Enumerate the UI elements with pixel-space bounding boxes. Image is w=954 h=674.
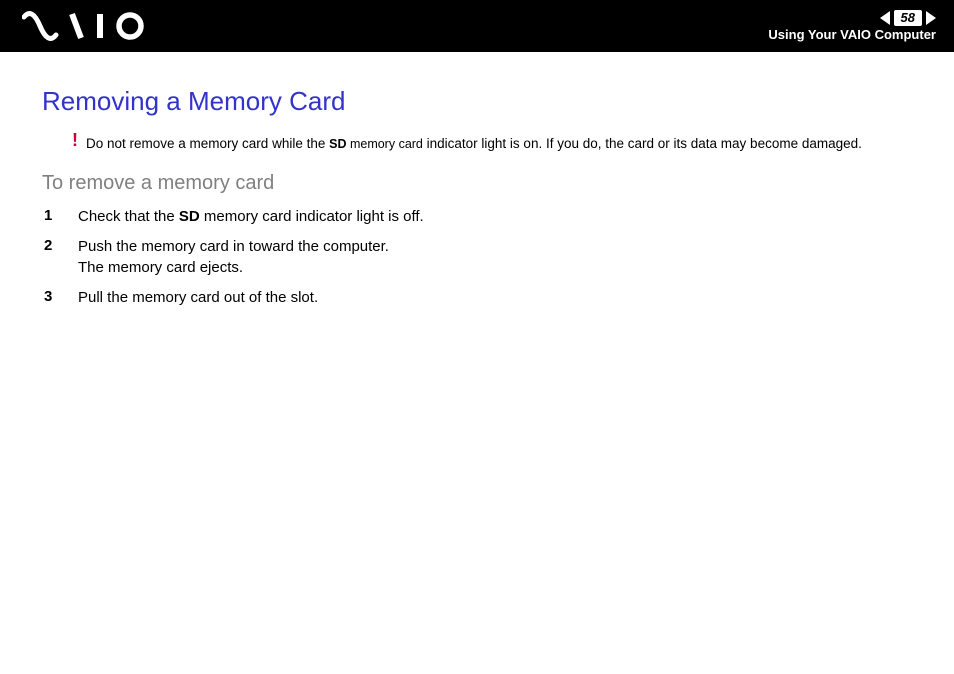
step-text-bold: SD [179,208,200,225]
page-content: Removing a Memory Card ! Do not remove a… [0,52,954,308]
step-body: Push the memory card in toward the compu… [78,237,389,278]
warning-text-bold: SD [329,137,346,151]
next-page-icon[interactable] [926,11,936,25]
warning-text: Do not remove a memory card while the SD… [86,135,862,153]
warning-icon: ! [72,130,86,151]
step-body: Check that the SD memory card indicator … [78,207,424,227]
step-number: 3 [42,288,78,305]
warning-text-post: indicator light is on. If you do, the ca… [423,136,862,151]
step-number: 2 [42,237,78,254]
step-body: Pull the memory card out of the slot. [78,288,318,308]
page-number: 58 [901,10,915,25]
step-number: 1 [42,207,78,224]
step-text-pre: Check that the [78,208,179,225]
warning-row: ! Do not remove a memory card while the … [72,135,934,156]
vaio-logo [22,11,162,41]
step-text: Pull the memory card out of the slot. [78,289,318,306]
warning-text-small-after: memory card [346,137,422,151]
header-bar: 58 Using Your VAIO Computer [0,0,954,52]
header-section-title: Using Your VAIO Computer [768,28,936,42]
step-text-line1: Push the memory card in toward the compu… [78,238,389,255]
list-item: 1 Check that the SD memory card indicato… [42,207,934,227]
prev-page-icon[interactable] [880,11,890,25]
page-nav: 58 [880,10,936,26]
page-number-box: 58 [894,10,922,26]
steps-list: 1 Check that the SD memory card indicato… [42,207,934,308]
list-item: 3 Pull the memory card out of the slot. [42,288,934,308]
header-right: 58 Using Your VAIO Computer [768,10,936,43]
step-text-line2: The memory card ejects. [78,259,243,276]
list-item: 2 Push the memory card in toward the com… [42,237,934,278]
procedure-subtitle: To remove a memory card [42,172,934,195]
warning-text-pre: Do not remove a memory card while the [86,136,329,151]
page-title: Removing a Memory Card [42,86,934,117]
step-text-post: memory card indicator light is off. [200,208,424,225]
